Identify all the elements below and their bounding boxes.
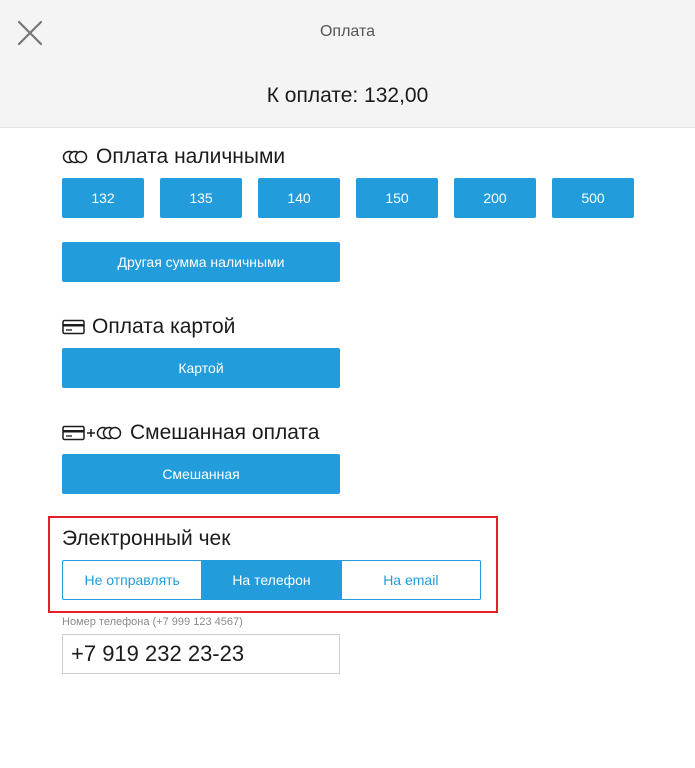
cash-section-title: Оплата наличными [62, 145, 285, 169]
cash-amount-button-150[interactable]: 150 [356, 178, 438, 218]
mixed-section-title: Смешанная оплата [62, 421, 319, 445]
phone-input[interactable] [62, 634, 340, 674]
receipt-section-title: Электронный чек [62, 527, 230, 551]
mixed-section-label: Смешанная оплата [130, 421, 320, 444]
coins-icon [62, 150, 90, 164]
page-title: Оплата [319, 23, 376, 40]
mixed-payment-button[interactable]: Смешанная [62, 454, 340, 494]
other-cash-amount-button[interactable]: Другая сумма наличными [62, 242, 340, 282]
cash-amount-button-135[interactable]: 135 [160, 178, 242, 218]
cash-amount-button-140[interactable]: 140 [258, 178, 340, 218]
card-payment-button[interactable]: Картой [62, 348, 340, 388]
phone-field-label: Номер телефона (+7 999 123 4567) [62, 616, 243, 628]
card-icon [62, 319, 86, 335]
cash-amount-button-132[interactable]: 132 [62, 178, 144, 218]
receipt-option-none[interactable]: Не отправлять [63, 561, 203, 599]
receipt-section-label: Электронный чек [62, 527, 231, 550]
receipt-option-email[interactable]: На email [342, 561, 480, 599]
card-section-title: Оплата картой [62, 315, 235, 339]
cash-amount-button-500[interactable]: 500 [552, 178, 634, 218]
header: Оплата К оплате: 132,00 [0, 0, 695, 128]
receipt-option-phone[interactable]: На телефон [202, 561, 342, 599]
cash-section-label: Оплата наличными [96, 145, 286, 168]
receipt-option-selector: Не отправлять На телефон На email [62, 560, 481, 600]
card-section-label: Оплата картой [92, 315, 236, 338]
card-plus-coins-icon [62, 425, 124, 441]
cash-amount-button-200[interactable]: 200 [454, 178, 536, 218]
amount-due: К оплате: 132,00 [266, 84, 429, 107]
